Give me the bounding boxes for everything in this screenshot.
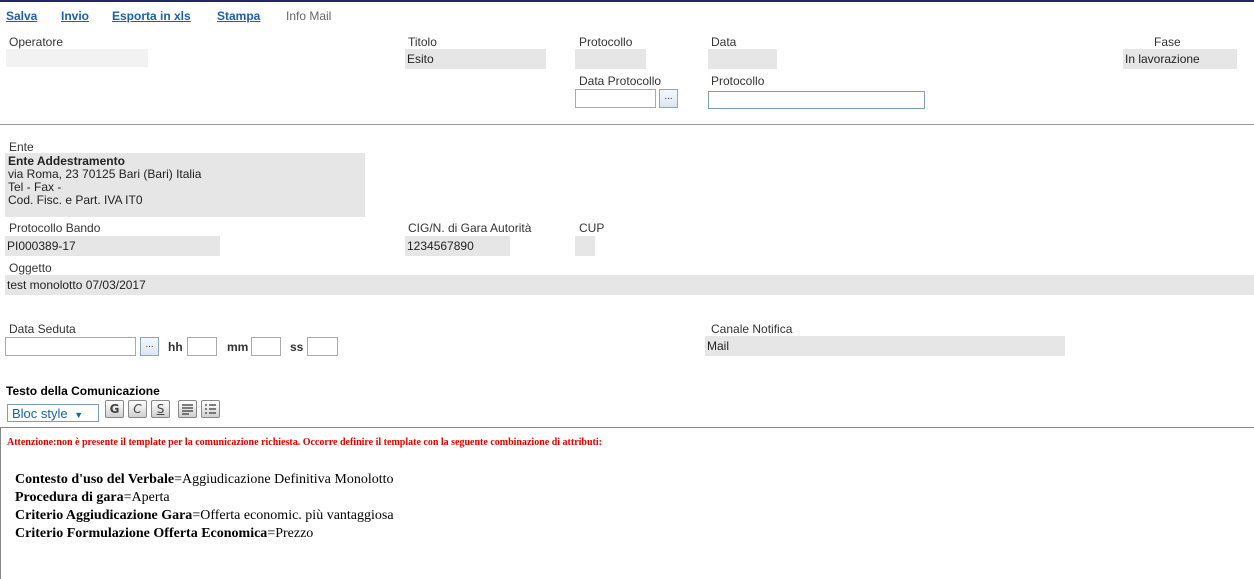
data-seduta-label: Data Seduta <box>9 322 76 336</box>
list-icon[interactable] <box>201 400 220 418</box>
align-icon[interactable] <box>178 400 197 418</box>
template-warning: Attenzione:non è presente il template pe… <box>7 437 602 448</box>
chevron-down-icon: ▼ <box>74 410 84 420</box>
ente-address: via Roma, 23 70125 Bari (Bari) Italia <box>8 167 202 181</box>
ente-label: Ente <box>9 140 34 154</box>
salva-link[interactable]: Salva <box>6 9 37 23</box>
protocollo-label: Protocollo <box>579 35 633 49</box>
canale-notifica-value: Mail <box>705 336 1065 356</box>
cig-label: CIG/N. di Gara Autorità <box>408 221 532 235</box>
attribute-row: Criterio Aggiudicazione Gara=Offerta eco… <box>15 508 394 523</box>
data-protocollo-calendar-button[interactable]: ... <box>659 89 678 108</box>
italic-button[interactable]: C <box>128 400 147 418</box>
data-seduta-input[interactable] <box>5 337 136 356</box>
comunicazione-editor[interactable]: Attenzione:non è presente il template pe… <box>0 427 1254 579</box>
hh-input[interactable] <box>187 337 217 356</box>
protocollo-bando-value: PI000389-17 <box>5 236 220 256</box>
hh-label: hh <box>168 340 183 354</box>
attribute-row: Contesto d'uso del Verbale=Aggiudicazion… <box>15 472 394 487</box>
operatore-label: Operatore <box>9 35 64 49</box>
titolo-label: Titolo <box>408 35 437 49</box>
protocollo2-label: Protocollo <box>711 74 765 88</box>
operatore-value <box>6 49 148 67</box>
cup-label: CUP <box>579 221 605 235</box>
invio-link[interactable]: Invio <box>61 9 89 23</box>
data-protocollo-label: Data Protocollo <box>579 74 662 88</box>
data-value <box>708 49 777 69</box>
ente-box: Ente Addestramento via Roma, 23 70125 Ba… <box>5 153 365 217</box>
fase-value: In lavorazione <box>1123 49 1237 69</box>
cig-value: 1234567890 <box>405 236 510 256</box>
bold-button[interactable]: G <box>105 400 124 418</box>
ss-input[interactable] <box>307 337 338 356</box>
fase-label: Fase <box>1154 35 1181 49</box>
info-mail-label: Info Mail <box>286 9 332 23</box>
mm-label: mm <box>227 340 249 354</box>
titolo-value: Esito <box>405 49 546 69</box>
bloc-style-value: Bloc style <box>12 406 68 421</box>
esporta-xls-link[interactable]: Esporta in xls <box>112 9 191 23</box>
protocollo-bando-label: Protocollo Bando <box>9 221 101 235</box>
bloc-style-select[interactable]: Bloc style ▼ <box>7 404 99 422</box>
canale-notifica-label: Canale Notifica <box>711 322 793 336</box>
underline-button[interactable]: S <box>151 400 170 418</box>
oggetto-value: test monolotto 07/03/2017 <box>5 275 1254 295</box>
oggetto-label: Oggetto <box>9 261 52 275</box>
ente-cod-fisc: Cod. Fisc. e Part. IVA IT0 <box>8 193 143 207</box>
attribute-row: Procedura di gara=Aperta <box>15 490 170 505</box>
ss-label: ss <box>290 340 304 354</box>
data-label: Data <box>711 35 737 49</box>
protocollo-value <box>575 49 646 69</box>
data-protocollo-input[interactable] <box>575 89 656 108</box>
top-border <box>0 0 1254 2</box>
mm-input[interactable] <box>251 337 281 356</box>
data-seduta-calendar-button[interactable]: ... <box>140 337 159 356</box>
divider <box>0 124 1254 125</box>
protocollo2-input[interactable] <box>708 91 925 109</box>
testo-comunicazione-label: Testo della Comunicazione <box>6 384 160 398</box>
cup-value <box>575 236 595 256</box>
stampa-link[interactable]: Stampa <box>217 9 260 23</box>
attribute-row: Criterio Formulazione Offerta Economica=… <box>15 526 314 541</box>
